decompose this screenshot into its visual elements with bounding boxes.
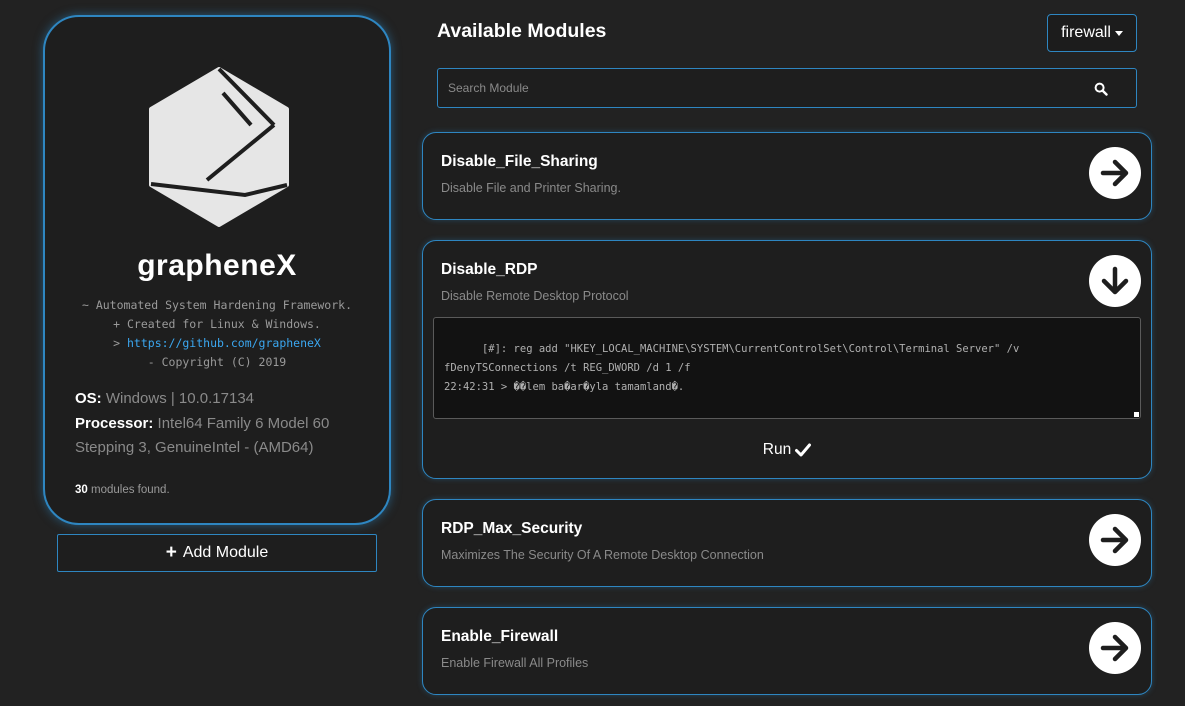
expand-module-button[interactable] [1089,147,1141,199]
category-dropdown[interactable]: firewall [1047,14,1137,52]
graphene-logo-icon [149,67,289,227]
module-description: Maximizes The Security Of A Remote Deskt… [441,548,764,562]
modules-count-number: 30 [75,484,88,496]
link-prefix: > [113,336,121,350]
tagline-link-line: > https://github.com/grapheneX [45,334,389,353]
add-module-button[interactable]: + Add Module [57,534,377,572]
tagline-line-2: + Created for Linux & Windows. [113,317,321,331]
resize-handle[interactable] [1134,412,1139,417]
tagline-line-1: ~ Automated System Hardening Framework. [81,298,353,312]
search-box [437,68,1137,108]
processor-info: Processor: Intel64 Family 6 Model 60 Ste… [75,412,361,461]
module-description: Disable Remote Desktop Protocol [441,289,629,303]
module-card: Disable_File_Sharing Disable File and Pr… [422,132,1152,220]
os-value: Windows | 10.0.17134 [105,390,254,407]
expand-module-button[interactable] [1089,622,1141,674]
module-output-console[interactable]: [#]: reg add "HKEY_LOCAL_MACHINE\SYSTEM\… [433,317,1141,419]
run-label: Run [762,441,792,458]
processor-label: Processor: [75,414,154,432]
os-label: OS: [75,390,102,407]
console-output-text: [#]: reg add "HKEY_LOCAL_MACHINE\SYSTEM\… [444,343,1020,393]
github-link[interactable]: https://github.com/grapheneX [127,336,321,350]
modules-count: 30 modules found. [75,484,170,496]
arrow-right-icon [1100,526,1129,554]
app-tagline: ~ Automated System Hardening Framework. … [45,296,389,372]
arrow-right-icon [1100,634,1129,662]
modules-count-text: modules found. [91,484,170,496]
app-root: grapheneX ~ Automated System Hardening F… [0,0,1185,706]
search-input[interactable] [438,69,1078,107]
section-title: Available Modules [437,20,607,42]
module-card: RDP_Max_Security Maximizes The Security … [422,499,1152,587]
arrow-down-icon [1101,266,1129,295]
add-module-label: Add Module [182,544,269,561]
module-name: RDP_Max_Security [441,520,583,537]
caret-down-icon [1114,31,1123,36]
check-icon [795,443,812,457]
module-name: Enable_Firewall [441,628,559,645]
module-description: Disable File and Printer Sharing. [441,181,621,195]
run-module-button[interactable]: Run [423,441,1151,459]
module-description: Enable Firewall All Profiles [441,656,589,670]
info-card: grapheneX ~ Automated System Hardening F… [43,15,391,525]
module-name: Disable_RDP [441,261,538,278]
arrow-right-icon [1100,159,1129,187]
copyright: - Copyright (C) 2019 [147,355,287,369]
module-name: Disable_File_Sharing [441,153,598,170]
collapse-module-button[interactable] [1089,255,1141,307]
expand-module-button[interactable] [1089,514,1141,566]
app-title: grapheneX [137,249,297,282]
category-selected: firewall [1061,24,1111,41]
module-card: Enable_Firewall Enable Firewall All Prof… [422,607,1152,695]
system-info: OS: Windows | 10.0.17134 Processor: Inte… [75,387,361,461]
plus-icon: + [165,542,177,563]
module-card-expanded: Disable_RDP Disable Remote Desktop Proto… [422,240,1152,479]
os-info: OS: Windows | 10.0.17134 [75,387,361,412]
search-icon[interactable] [1094,82,1108,96]
